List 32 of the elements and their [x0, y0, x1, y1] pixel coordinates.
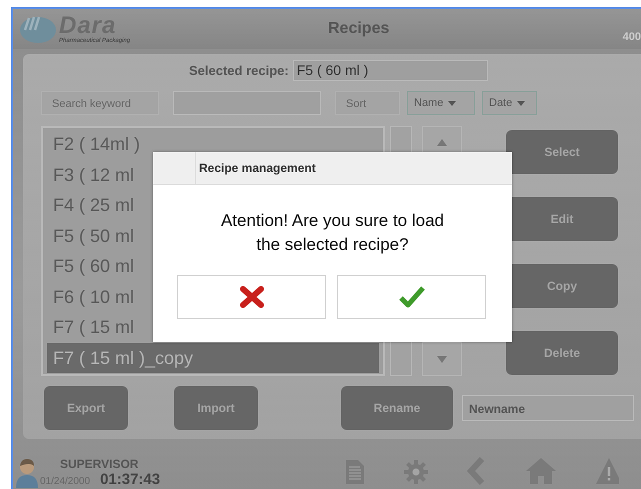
- search-field[interactable]: [173, 91, 321, 115]
- action-button[interactable]: Delete: [506, 331, 618, 375]
- logo-icon: [19, 14, 57, 44]
- up-arrow-icon: [436, 138, 448, 148]
- name-field[interactable]: Newname: [462, 395, 634, 421]
- check-icon: [398, 285, 424, 309]
- selected-recipe-label: Selected recipe:: [189, 63, 289, 78]
- dialog-message: Atention! Are you sure to load the selected recipe?: [220, 210, 446, 256]
- user-name: SUPERVISOR: [59, 457, 140, 471]
- sort-dropdown[interactable]: Date: [482, 91, 537, 115]
- clock-time: 01:37:43: [100, 471, 160, 488]
- recipe-item[interactable]: F7 ( 15 ml )_copy: [47, 342, 379, 373]
- sort-label: Sort: [335, 91, 400, 115]
- sort-dropdown[interactable]: Name: [407, 91, 475, 115]
- user-avatar-icon: [15, 456, 39, 488]
- corner-label: 400: [622, 31, 641, 43]
- action-button[interactable]: Export: [44, 386, 128, 430]
- screen-title: Recipes: [328, 20, 390, 38]
- cancel-button[interactable]: [177, 275, 326, 319]
- rename-button[interactable]: Rename: [341, 386, 453, 430]
- action-button[interactable]: Select: [506, 130, 618, 174]
- confirm-button[interactable]: [337, 275, 486, 319]
- selected-recipe-field: F5 ( 60 ml ): [292, 60, 488, 81]
- action-button[interactable]: Import: [174, 386, 258, 430]
- document-icon[interactable]: [345, 459, 366, 485]
- settings-icon[interactable]: [403, 459, 430, 485]
- dialog-title: Recipe management: [199, 161, 316, 175]
- warning-icon[interactable]: [595, 457, 620, 485]
- search-label: Search keyword: [41, 91, 159, 115]
- scroll-down-button[interactable]: [422, 342, 462, 376]
- down-arrow-icon: [436, 354, 448, 364]
- cross-icon: [240, 286, 264, 308]
